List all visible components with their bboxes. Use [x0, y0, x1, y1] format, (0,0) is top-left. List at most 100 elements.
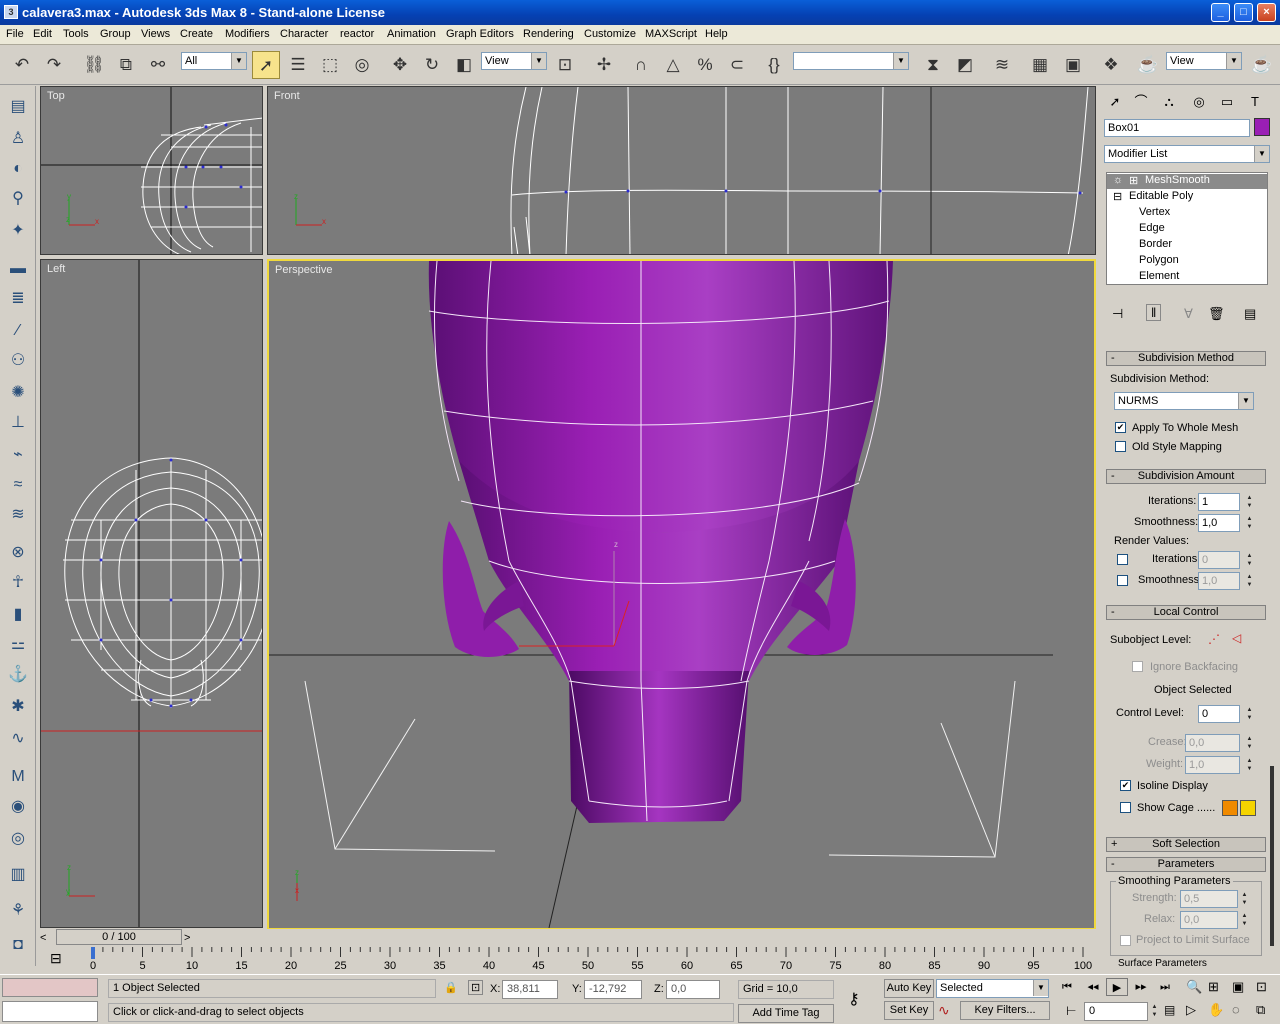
viewport-perspective[interactable]: z zx Perspective: [267, 259, 1096, 930]
pin-stack-icon[interactable]: ⊣: [1112, 306, 1123, 322]
rollout-subdivision-method[interactable]: - Subdivision Method: [1106, 351, 1266, 366]
auto-key-button[interactable]: Auto Key: [884, 979, 934, 998]
menu-maxscript[interactable]: MAXScript: [645, 28, 697, 40]
strength-spinner[interactable]: ▲ ▼: [1240, 891, 1249, 907]
render-iterations-checkbox[interactable]: [1117, 554, 1128, 565]
prismatic-icon[interactable]: ⚍: [5, 632, 31, 658]
smoothness-spinner[interactable]: ▲ ▼: [1245, 515, 1254, 531]
render-smoothness-spinner[interactable]: ▲ ▼: [1245, 573, 1254, 589]
viewport-label-front[interactable]: Front: [274, 90, 300, 102]
zoom-extents-all-icon[interactable]: ⊡: [1256, 979, 1267, 995]
schematic-view-icon[interactable]: ▣: [1059, 51, 1087, 79]
viewport-label-left[interactable]: Left: [47, 263, 65, 275]
window-crossing-icon[interactable]: ◎: [348, 51, 376, 79]
menu-rendering[interactable]: Rendering: [523, 28, 574, 40]
viewport-top[interactable]: y x z Top: [40, 86, 263, 255]
next-frame-icon[interactable]: ▸▸: [1130, 978, 1152, 996]
render-smoothness-checkbox[interactable]: [1117, 575, 1128, 586]
angle-snap-icon[interactable]: △: [659, 51, 687, 79]
menu-reactor[interactable]: reactor: [340, 28, 374, 40]
toy-car-icon[interactable]: ⊥: [5, 410, 31, 436]
stack-item-border[interactable]: Border: [1139, 238, 1172, 250]
time-ruler[interactable]: 0 5 10 15 20 25 30 35 40 45 50 55 60 65 70 75 80 85 90 95 10…: [88, 947, 1098, 973]
create-animation-icon[interactable]: M: [5, 764, 31, 790]
smoothness-field[interactable]: 1,0: [1198, 514, 1240, 532]
absolute-mode-icon[interactable]: ⊡: [468, 980, 484, 995]
menu-character[interactable]: Character: [280, 28, 328, 40]
render-iterations-spinner[interactable]: ▲ ▼: [1245, 552, 1254, 568]
menu-create[interactable]: Create: [180, 28, 213, 40]
object-color-swatch[interactable]: [1254, 118, 1270, 136]
crease-spinner[interactable]: ▲ ▼: [1245, 735, 1254, 751]
mini-curve-editor-icon[interactable]: ⊟: [50, 950, 62, 967]
deforming-mesh-icon[interactable]: ✦: [5, 218, 31, 244]
cage-color-swatch-1[interactable]: [1222, 800, 1238, 816]
play-icon[interactable]: ▶: [1106, 978, 1128, 996]
project-limit-checkbox[interactable]: [1120, 935, 1131, 946]
add-time-tag-button[interactable]: Add Time Tag: [738, 1004, 834, 1023]
key-filters-button[interactable]: Key Filters...: [960, 1001, 1050, 1020]
hierarchy-tab-icon[interactable]: ⛬: [1158, 92, 1180, 112]
crease-field[interactable]: 0,0: [1185, 734, 1240, 752]
render-smoothness-field[interactable]: 1,0: [1198, 572, 1240, 590]
display-tab-icon[interactable]: ▭: [1216, 92, 1238, 112]
show-cage-checkbox[interactable]: [1120, 802, 1131, 813]
apply-whole-mesh-checkbox[interactable]: ✔: [1115, 422, 1126, 433]
rollout-subdivision-amount[interactable]: - Subdivision Amount: [1106, 469, 1266, 484]
rigid-body-icon[interactable]: ▤: [5, 94, 31, 120]
expand-icon[interactable]: ⊞: [1129, 174, 1138, 187]
previous-frame-icon[interactable]: ◂◂: [1082, 978, 1104, 996]
weight-field[interactable]: 1,0: [1185, 756, 1240, 774]
point-to-point-icon[interactable]: ⊗: [5, 540, 31, 566]
layer-manager-icon[interactable]: ≋: [988, 51, 1016, 79]
rollout-local-control[interactable]: - Local Control: [1106, 605, 1266, 620]
menu-group[interactable]: Group: [100, 28, 131, 40]
ignore-backfacing-checkbox[interactable]: [1132, 661, 1143, 672]
fracture-icon[interactable]: ⌁: [5, 442, 31, 468]
mirror-icon[interactable]: ⧗: [919, 51, 947, 79]
menu-file[interactable]: File: [6, 28, 24, 40]
named-selection-dropdown[interactable]: ▼: [793, 52, 909, 70]
go-to-start-icon[interactable]: ⏮: [1056, 978, 1078, 996]
modifier-list-dropdown[interactable]: Modifier List ▼: [1104, 145, 1270, 163]
iterations-field[interactable]: 1: [1198, 493, 1240, 511]
menu-customize[interactable]: Customize: [584, 28, 636, 40]
unlink-icon[interactable]: ⧉: [112, 51, 140, 79]
motor-icon[interactable]: ⚇: [5, 348, 31, 374]
move-icon[interactable]: ✥: [386, 51, 414, 79]
weight-spinner[interactable]: ▲ ▼: [1245, 757, 1254, 773]
stack-item-editable-poly[interactable]: Editable Poly: [1129, 190, 1193, 202]
motion-tab-icon[interactable]: ◎: [1188, 92, 1210, 112]
dashpot-icon[interactable]: ⁄: [5, 318, 31, 344]
stack-item-edge[interactable]: Edge: [1139, 222, 1165, 234]
render-type-dropdown[interactable]: View ▼: [1166, 52, 1242, 70]
edge-level-icon[interactable]: ◁: [1232, 631, 1241, 645]
select-object-icon[interactable]: ➚: [252, 51, 280, 79]
relax-field[interactable]: 0,0: [1180, 911, 1238, 929]
redo-icon[interactable]: ↷: [40, 51, 68, 79]
fracture-fx-icon[interactable]: ✱: [5, 694, 31, 720]
lock-selection-icon[interactable]: 🔒: [444, 981, 458, 994]
menu-views[interactable]: Views: [141, 28, 170, 40]
key-mode-toggle-icon[interactable]: ⊢: [1066, 1004, 1076, 1018]
manipulate-icon[interactable]: ✢: [590, 51, 618, 79]
viewport-front[interactable]: zx Front: [267, 86, 1096, 255]
iterations-spinner[interactable]: ▲ ▼: [1245, 494, 1254, 510]
reference-coordinate-dropdown[interactable]: View ▼: [481, 52, 547, 70]
current-time-marker[interactable]: [91, 947, 95, 959]
strength-field[interactable]: 0,5: [1180, 890, 1238, 908]
viewport-label-top[interactable]: Top: [47, 90, 65, 102]
percent-snap-icon[interactable]: %: [691, 51, 719, 79]
snap-toggle-icon[interactable]: ∩: [627, 51, 655, 79]
rope-icon[interactable]: ⚲: [5, 186, 31, 212]
spinner-snap-icon[interactable]: ⊂: [723, 51, 751, 79]
time-slider[interactable]: 0 / 100: [56, 929, 182, 945]
show-end-result-icon[interactable]: ‖: [1146, 304, 1162, 321]
collapse-icon[interactable]: ⊟: [1113, 190, 1122, 203]
remove-modifier-icon[interactable]: 🗑: [1208, 306, 1225, 322]
rectangular-selection-icon[interactable]: ⬚: [316, 51, 344, 79]
viewport-label-perspective[interactable]: Perspective: [275, 264, 332, 276]
key-filter-selection-dropdown[interactable]: Selected ▼: [936, 979, 1049, 998]
plane-icon[interactable]: ▬: [5, 256, 31, 282]
command-panel-scrollbar[interactable]: [1270, 766, 1274, 946]
